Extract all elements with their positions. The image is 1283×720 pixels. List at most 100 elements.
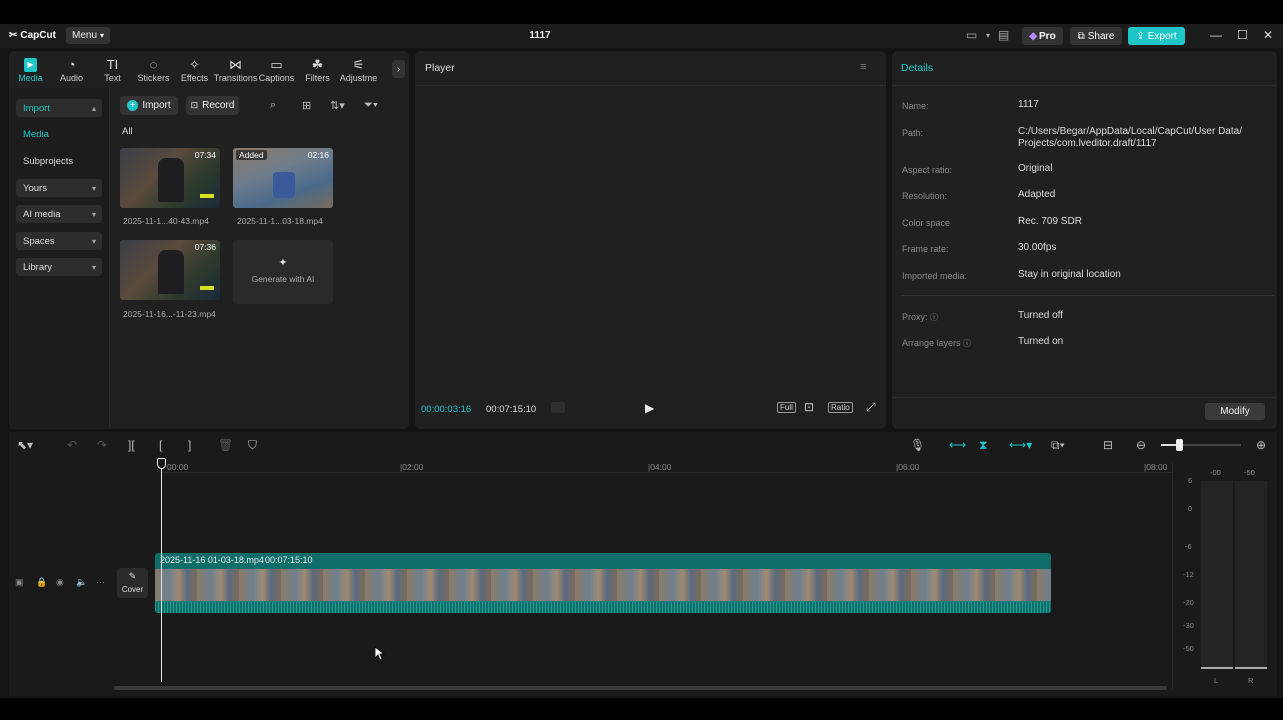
trim-left-icon[interactable]: [ [159,438,162,452]
detail-value: Turned on [1018,336,1064,347]
eye-icon[interactable]: ◉ [56,577,64,588]
trim-right-icon[interactable]: ] [188,438,191,452]
select-tool-icon[interactable]: ⬉▾ [17,438,33,452]
sidebar-item-ai-media[interactable]: AI media ▾ [16,205,102,223]
meter-left-label: L [1214,676,1219,685]
timeline-scrollbar[interactable] [114,686,1167,690]
split-icon[interactable]: ][ [128,438,135,452]
pro-button[interactable]: ◆ Pro [1022,27,1063,45]
video-clip[interactable]: 2025-11-16 01-03-18.mp4 00:07:15:10 [155,553,1051,613]
text-icon: TI [106,56,119,72]
chevron-down-icon: ▾ [91,183,96,193]
search-icon[interactable]: ⌕ [270,99,276,112]
minimize-icon[interactable]: — [1210,28,1222,42]
cover-button[interactable]: ✎ Cover [117,568,148,598]
full-quality-button[interactable]: Full [777,402,796,413]
chevron-down-icon: ▾ [100,31,105,40]
grid-view-icon[interactable]: ⊞ [302,99,311,112]
play-icon[interactable]: ▶ [645,401,654,415]
tab-stickers[interactable]: ◌ Stickers [133,52,174,88]
media-thumbnail[interactable]: Added 02:16 [233,148,333,208]
share-button[interactable]: ⧉ Share [1070,27,1122,45]
import-button[interactable]: + Import [120,96,178,115]
maximize-icon[interactable]: ☐ [1237,28,1248,42]
tab-text[interactable]: TI Text [92,52,133,88]
tab-audio[interactable]: ◔ Audio [51,52,92,88]
meter-scale: -50 [1183,644,1194,653]
media-thumbnail[interactable]: 07:36 [120,240,220,300]
sidebar-item-spaces[interactable]: Spaces ▾ [16,232,102,250]
sidebar-item-library[interactable]: Library ▾ [16,258,102,276]
title-bar: ✂ CapCut Menu ▾ 1117 ▭ ▾ ▤ ◆ Pro ⧉ Share… [0,24,1283,48]
tab-filters[interactable]: ☘ Filters [297,52,338,88]
media-filename: 2025-11-1...40-43.mp4 [123,216,209,226]
diamond-icon: ◆ [1029,30,1038,42]
snapshot-icon[interactable]: ⊡ [804,400,814,414]
filter-icon[interactable]: ⏷▾ [364,99,378,112]
menu-button[interactable]: Menu ▾ [66,27,110,44]
divider [892,397,1277,398]
snap-icon[interactable]: ⧗ [979,438,987,453]
close-icon[interactable]: ✕ [1263,28,1273,42]
record-button[interactable]: ⊡ Record [186,96,239,115]
share-icon: ⧉ [1077,30,1085,42]
clip-duration: 00:07:15:10 [265,555,313,565]
mouse-cursor-icon [375,647,385,661]
generate-with-ai-card[interactable]: ✦ Generate with AI [233,240,333,304]
ratio-button[interactable]: Ratio [828,402,853,413]
layout-icon[interactable]: ▭ [966,28,977,42]
detail-value: Stay in original location [1018,269,1121,280]
zoom-slider[interactable] [1161,439,1241,451]
meter-scale: -30 [1183,621,1194,630]
media-thumbnail[interactable]: 07:34 [120,148,220,208]
link-clips-icon[interactable]: ⟷ [949,438,966,452]
tab-transitions[interactable]: ⋈ Transitions [214,52,258,88]
tab-adjustme[interactable]: ⚟ Adjustme [338,52,379,88]
zoom-slider-handle[interactable] [1176,439,1183,451]
detail-label: Path: [902,128,924,138]
capcut-logo-icon: ✂ [9,30,18,41]
segment-icon[interactable] [551,402,565,413]
chevron-up-icon: ▴ [91,103,96,113]
shortcuts-icon[interactable]: ▤ [998,28,1009,42]
marker-icon[interactable]: ⛉ [248,438,257,453]
redo-icon[interactable]: ↷ [97,438,107,452]
fullscreen-icon[interactable]: ⤢ [866,400,876,415]
zoom-out-icon[interactable]: ⊖ [1136,438,1146,452]
zoom-in-icon[interactable]: ⊕ [1256,438,1266,452]
caption-icon[interactable]: ⊟ [1103,438,1113,452]
tab-captions[interactable]: ▭ Captions [256,52,297,88]
preview-axis-icon[interactable]: ⧉▾ [1051,438,1065,453]
tab-effects[interactable]: ✧ Effects [174,52,215,88]
chevron-right-icon[interactable]: › [392,60,405,78]
delete-icon[interactable]: 🗑 [218,438,233,452]
chevron-down-icon[interactable]: ▾ [986,31,990,40]
detail-value: C:/Users/Begar/AppData/Local/CapCut/User… [1018,126,1242,137]
microphone-icon[interactable]: 🎙 [910,438,925,452]
capcut-logo: ✂ CapCut [9,30,56,41]
more-icon[interactable]: ⋯ [96,577,105,588]
sort-icon[interactable]: ⇅▾ [330,99,345,112]
export-button[interactable]: ⇪ Export [1128,27,1185,45]
detail-value: Rec. 709 SDR [1018,216,1082,227]
sidebar-item-subprojects[interactable]: Subprojects [23,156,73,167]
sidebar-item-import[interactable]: Import ▴ [16,99,102,117]
detail-label: Arrange layers ⓘ [902,338,972,348]
sidebar-item-media[interactable]: Media [23,129,49,140]
playhead[interactable] [161,460,162,682]
detail-value: 30.00fps [1018,242,1057,253]
menu-icon[interactable]: ≡ [860,61,866,73]
tab-media[interactable]: ▶ Media [10,52,51,88]
captions-icon: ▭ [270,56,283,72]
hud-bar [200,194,214,198]
lock-icon[interactable]: 🔒 [36,577,47,588]
playhead-handle[interactable] [157,458,166,469]
undo-icon[interactable]: ↶ [67,438,77,452]
sidebar-item-yours[interactable]: Yours ▾ [16,179,102,197]
media-icon: ▶ [24,57,37,72]
mute-icon[interactable]: 🔈 [76,577,87,588]
main-track-magnet-icon[interactable]: ⟷▾ [1009,438,1032,452]
effects-icon: ✧ [189,56,200,72]
track-thumbnail-icon[interactable]: ▣ [15,577,24,588]
modify-button[interactable]: Modify [1205,403,1265,420]
